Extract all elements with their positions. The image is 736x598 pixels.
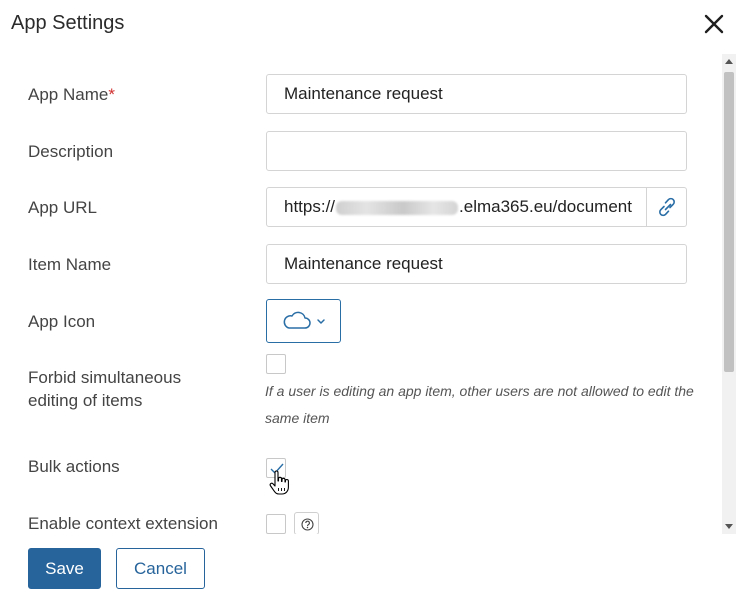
redacted-subdomain — [336, 200, 459, 215]
app-icon-label: App Icon — [28, 312, 96, 331]
scroll-down-arrow[interactable] — [725, 524, 733, 529]
bulk-actions-checkbox[interactable] — [266, 458, 286, 478]
description-label: Description — [28, 142, 114, 161]
app-url-input[interactable]: https://.elma365.eu/document — [284, 188, 632, 226]
scrollbar-thumb[interactable] — [724, 72, 734, 372]
cancel-button[interactable]: Cancel — [116, 548, 205, 589]
app-name-input[interactable]: Maintenance request — [266, 74, 687, 114]
app-icon-picker[interactable] — [266, 299, 341, 343]
forbid-editing-checkbox[interactable] — [266, 354, 286, 374]
save-button[interactable]: Save — [28, 548, 101, 589]
forbid-editing-hint: If a user is editing an app item, other … — [265, 383, 694, 426]
question-icon[interactable] — [294, 512, 319, 534]
app-name-label: App Name* — [28, 85, 115, 104]
required-mark: * — [108, 85, 115, 104]
item-name-input[interactable]: Maintenance request — [266, 244, 687, 284]
checkmark-icon — [270, 463, 284, 475]
settings-form: App Name* Maintenance request Descriptio… — [0, 54, 722, 534]
app-url-label: App URL — [28, 198, 97, 217]
cloud-icon — [283, 311, 325, 329]
link-icon[interactable] — [646, 188, 686, 226]
context-extension-checkbox[interactable] — [266, 514, 286, 534]
item-name-label: Item Name — [28, 255, 112, 274]
scrollbar[interactable] — [722, 54, 736, 534]
close-icon[interactable] — [700, 10, 728, 38]
app-url-field[interactable]: https://.elma365.eu/document — [266, 187, 687, 227]
dialog-title: App Settings — [11, 12, 125, 34]
context-extension-label: Enable context extension — [28, 514, 218, 533]
forbid-editing-label: Forbid simultaneous editing of items — [28, 368, 182, 410]
app-settings-dialog: App Settings App Name* Maintenance reque… — [0, 0, 736, 598]
scroll-up-arrow[interactable] — [725, 59, 733, 64]
bulk-actions-label: Bulk actions — [28, 457, 120, 476]
description-input[interactable] — [266, 131, 687, 171]
